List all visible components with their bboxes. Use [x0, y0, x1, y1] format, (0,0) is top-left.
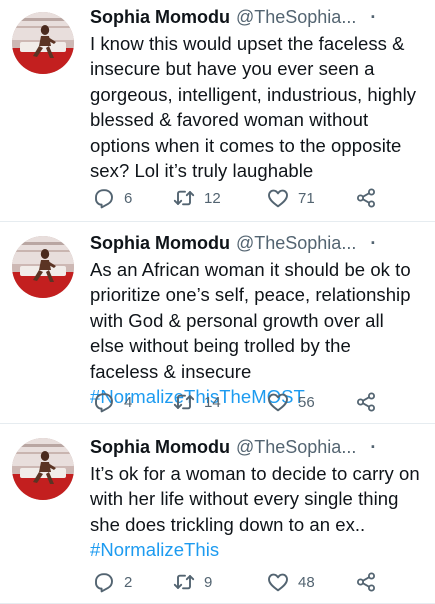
tweet-text: As an African woman it should be ok to p…	[90, 257, 423, 409]
share-button[interactable]	[354, 390, 378, 414]
tweet-2[interactable]: Sophia Momodu @TheSophia... · As an Afri…	[0, 222, 435, 424]
separator-dot: ·	[370, 232, 377, 253]
separator-dot: ·	[370, 6, 377, 27]
share-button[interactable]	[354, 570, 378, 594]
avatar[interactable]	[12, 438, 74, 500]
tweet-text: It’s ok for a woman to decide to carry o…	[90, 461, 423, 563]
reply-button[interactable]: 6	[92, 186, 132, 210]
author-name[interactable]: Sophia Momodu	[90, 7, 230, 28]
tweet-body: I know this would upset the faceless & i…	[90, 33, 417, 182]
reply-icon	[95, 189, 113, 209]
share-icon	[356, 392, 376, 412]
reply-button[interactable]: 2	[92, 570, 132, 594]
reply-button[interactable]: 4	[92, 390, 132, 414]
retweet-icon	[173, 574, 195, 590]
tweet-feed: Sophia Momodu @TheSophia... · I know thi…	[0, 0, 435, 604]
like-count: 71	[298, 189, 315, 207]
retweet-button[interactable]: 12	[172, 186, 221, 210]
reply-icon	[95, 573, 113, 593]
share-icon	[356, 572, 376, 592]
tweet-1[interactable]: Sophia Momodu @TheSophia... · I know thi…	[0, 0, 435, 222]
share-button[interactable]	[354, 186, 378, 210]
like-button[interactable]: 71	[266, 186, 315, 210]
author-name[interactable]: Sophia Momodu	[90, 437, 230, 458]
retweet-count: 12	[204, 189, 221, 207]
tweet-3[interactable]: Sophia Momodu @TheSophia... · It’s ok fo…	[0, 424, 435, 604]
reply-count: 2	[124, 573, 133, 591]
author-handle[interactable]: @TheSophia...	[236, 437, 356, 458]
heart-icon	[268, 393, 288, 412]
like-button[interactable]: 48	[266, 570, 315, 594]
tweet-header: Sophia Momodu @TheSophia... ·	[90, 434, 423, 460]
reply-count: 6	[124, 189, 133, 207]
tweet-actions: 4 14 56	[90, 390, 423, 414]
tweet-actions: 6 12 71	[90, 186, 423, 210]
tweet-header: Sophia Momodu @TheSophia... ·	[90, 4, 423, 30]
like-count: 48	[298, 573, 315, 591]
retweet-count: 9	[204, 573, 213, 591]
retweet-icon	[173, 394, 195, 410]
tweet-body: As an African woman it should be ok to p…	[90, 259, 411, 382]
author-handle[interactable]: @TheSophia...	[236, 7, 356, 28]
tweet-header: Sophia Momodu @TheSophia... ·	[90, 230, 423, 256]
author-handle[interactable]: @TheSophia...	[236, 233, 356, 254]
avatar[interactable]	[12, 12, 74, 74]
retweet-icon	[173, 190, 195, 206]
like-count: 56	[298, 393, 315, 411]
tweet-text: I know this would upset the faceless & i…	[90, 31, 423, 183]
tweet-content: Sophia Momodu @TheSophia... · I know thi…	[90, 4, 423, 183]
tweet-actions: 2 9 48	[90, 570, 423, 594]
separator-dot: ·	[370, 436, 377, 457]
profile-photo	[12, 438, 74, 500]
avatar[interactable]	[12, 236, 74, 298]
share-icon	[356, 188, 376, 208]
heart-icon	[268, 189, 288, 208]
hashtag-link[interactable]: #NormalizeThis	[90, 539, 219, 560]
author-name[interactable]: Sophia Momodu	[90, 233, 230, 254]
profile-photo	[12, 12, 74, 74]
tweet-content: Sophia Momodu @TheSophia... · It’s ok fo…	[90, 434, 423, 563]
retweet-button[interactable]: 14	[172, 390, 221, 414]
profile-photo	[12, 236, 74, 298]
retweet-button[interactable]: 9	[172, 570, 212, 594]
tweet-body: It’s ok for a woman to decide to carry o…	[90, 463, 420, 535]
heart-icon	[268, 573, 288, 592]
tweet-content: Sophia Momodu @TheSophia... · As an Afri…	[90, 230, 423, 409]
reply-count: 4	[124, 393, 133, 411]
reply-icon	[95, 393, 113, 413]
retweet-count: 14	[204, 393, 221, 411]
like-button[interactable]: 56	[266, 390, 315, 414]
